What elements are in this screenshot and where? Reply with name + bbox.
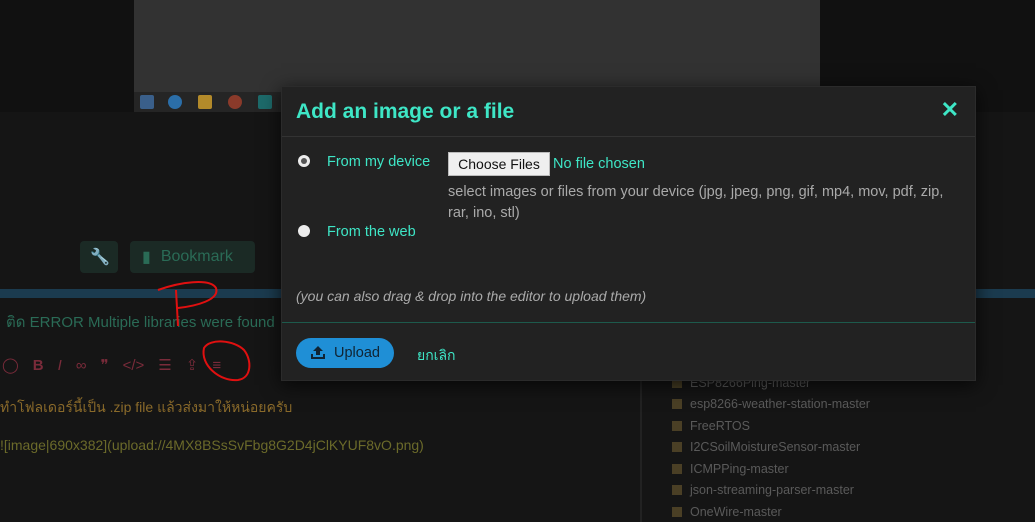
file-list-item[interactable]: FreeRTOS <box>672 415 1032 437</box>
modal-footer-divider <box>282 322 975 323</box>
folder-icon <box>672 442 682 453</box>
file-list-item[interactable]: I2CSoilMoistureSensor-master <box>672 437 1032 459</box>
file-list-item[interactable]: ICMPPing-master <box>672 458 1032 480</box>
no-file-chosen-text: No file chosen <box>553 156 645 172</box>
bookmark-icon: ▮ <box>142 249 151 266</box>
upload-modal: Add an image or a file ✕ From my device … <box>281 86 976 381</box>
modal-header-divider <box>282 136 975 137</box>
chrome-icon <box>228 95 242 109</box>
admin-wrench-button[interactable]: 🔧 <box>80 241 118 273</box>
composer-text-line2: ![image|690x382](upload://4MX8BSsSvFbg8G… <box>0 437 424 453</box>
choose-files-button[interactable]: Choose Files <box>448 152 550 176</box>
upload-icon[interactable]: ⇪ <box>186 356 199 374</box>
composer-toolbar: ◯ B I ∞ ❞ </> ☰ ⇪ ≡ <box>0 352 290 378</box>
file-list-item[interactable]: json-streaming-parser-master <box>672 480 1032 502</box>
wrench-icon: 🔧 <box>90 249 110 266</box>
file-list-item[interactable]: OneWire-master <box>672 501 1032 522</box>
file-name: esp8266-weather-station-master <box>690 397 870 412</box>
radio-from-device[interactable] <box>298 155 310 167</box>
file-list: ESP8266Ping-master esp8266-weather-statio… <box>672 372 1032 522</box>
folder-icon <box>198 95 212 109</box>
from-device-label[interactable]: From my device <box>327 154 430 170</box>
file-name: FreeRTOS <box>690 418 750 433</box>
code-icon[interactable]: </> <box>123 357 145 374</box>
link-icon[interactable]: ∞ <box>76 357 87 374</box>
from-web-label[interactable]: From the web <box>327 224 416 240</box>
upload-icon <box>311 346 326 359</box>
close-icon[interactable]: ✕ <box>941 97 959 123</box>
radio-from-web[interactable] <box>298 225 310 237</box>
composer-text-line1: ทำโฟลเดอร์นี้เป็น .zip file แล้วส่งมาให้… <box>0 399 293 415</box>
file-name: I2CSoilMoistureSensor-master <box>690 440 861 455</box>
bullet-list-icon[interactable]: ≡ <box>212 357 221 374</box>
file-type-hint: select images or files from your device … <box>448 184 944 221</box>
folder-icon <box>672 420 682 431</box>
italic-icon[interactable]: I <box>58 357 62 374</box>
app-icon <box>258 95 272 109</box>
folder-icon <box>672 506 682 517</box>
start-icon <box>140 95 154 109</box>
drag-drop-note: (you can also drag & drop into the edito… <box>296 288 647 304</box>
file-name: ICMPPing-master <box>690 461 789 476</box>
folder-icon <box>672 463 682 474</box>
folder-icon <box>672 485 682 496</box>
quote-icon[interactable]: ❞ <box>101 356 109 374</box>
file-list-item[interactable]: esp8266-weather-station-master <box>672 394 1032 416</box>
list-icon[interactable]: ☰ <box>158 356 171 374</box>
browser-icon <box>168 95 182 109</box>
bold-icon[interactable]: B <box>33 357 44 374</box>
file-name: OneWire-master <box>690 504 782 519</box>
cancel-link[interactable]: ยกเลิก <box>417 345 456 367</box>
upload-label: Upload <box>334 345 380 361</box>
upload-button[interactable]: Upload <box>296 338 394 368</box>
modal-title: Add an image or a file <box>296 100 515 123</box>
bookmark-button[interactable]: ▮ Bookmark <box>130 241 255 273</box>
folder-icon <box>672 399 682 410</box>
emoji-icon[interactable]: ◯ <box>2 356 19 374</box>
bookmark-label: Bookmark <box>160 248 233 265</box>
file-name: json-streaming-parser-master <box>690 483 854 498</box>
